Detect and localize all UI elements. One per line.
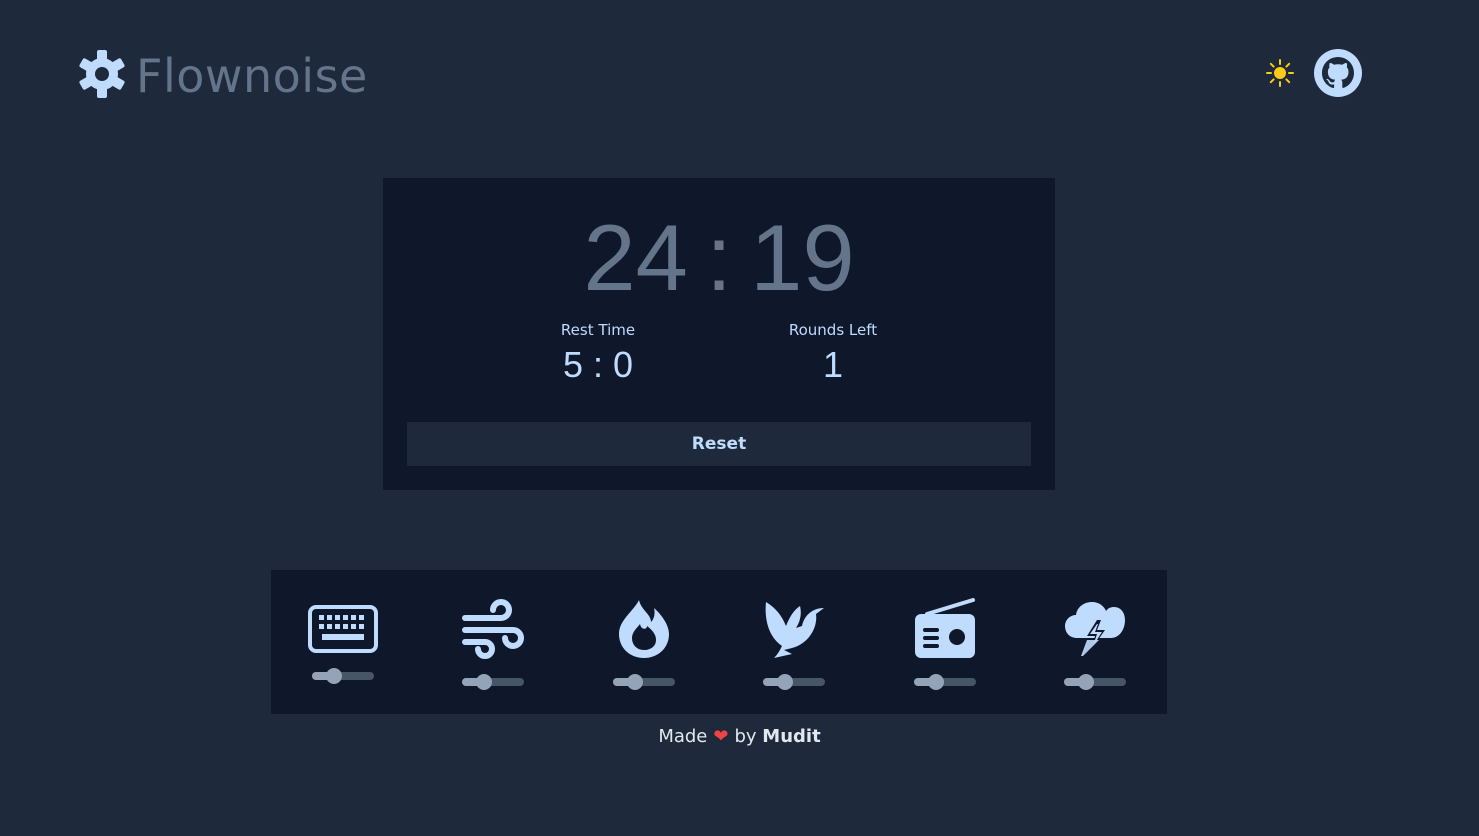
volume-slider-thumb[interactable] xyxy=(927,674,944,690)
author-link[interactable]: Mudit xyxy=(762,726,820,747)
app-title: Flownoise xyxy=(136,49,368,103)
timer-seconds: 19 xyxy=(750,205,855,310)
fire-icon[interactable] xyxy=(617,596,671,662)
volume-slider[interactable] xyxy=(763,674,825,690)
volume-slider[interactable] xyxy=(312,668,374,684)
rounds-left-label: Rounds Left xyxy=(788,321,878,339)
sound-thunderstorm xyxy=(1050,596,1140,690)
volume-slider-thumb[interactable] xyxy=(776,674,793,690)
rest-time: Rest Time 5 : 0 xyxy=(533,320,663,388)
volume-slider-thumb[interactable] xyxy=(475,674,492,690)
heart-icon: ❤ xyxy=(713,726,729,747)
rest-time-label: Rest Time xyxy=(560,321,636,339)
countdown-display: 24:19 xyxy=(383,198,1055,318)
app-page: Flownoise 24: 19 Rest Time 5: 0 Rounds… xyxy=(0,0,1479,836)
sound-fire xyxy=(599,596,689,690)
radio-icon[interactable] xyxy=(913,596,977,662)
wind-icon[interactable] xyxy=(461,596,525,662)
sound-radio xyxy=(900,596,990,690)
keyboard-icon[interactable] xyxy=(308,596,378,662)
rounds-left-value: 1 xyxy=(822,344,844,385)
sound-mixer xyxy=(271,570,1167,714)
volume-slider-thumb[interactable] xyxy=(626,674,643,690)
volume-slider-thumb[interactable] xyxy=(1077,674,1094,690)
reset-button[interactable]: Reset xyxy=(407,422,1031,466)
volume-slider-thumb[interactable] xyxy=(325,668,342,684)
rounds-left: Rounds Left 1 xyxy=(773,320,893,388)
volume-slider[interactable] xyxy=(914,674,976,690)
volume-slider[interactable] xyxy=(613,674,675,690)
footer: Made ❤ by Mudit xyxy=(0,724,1479,750)
github-icon[interactable] xyxy=(1314,49,1362,97)
sound-keyboard xyxy=(298,596,388,684)
footer-by: by xyxy=(734,726,757,747)
timer-separator: : xyxy=(705,205,733,310)
bird-icon[interactable] xyxy=(762,596,826,662)
volume-slider[interactable] xyxy=(1064,674,1126,690)
thunderstorm-icon[interactable] xyxy=(1063,596,1127,662)
volume-slider[interactable] xyxy=(462,674,524,690)
timer-card: 24:19 Rest Time 5 : 0 Rounds Left 1 Rese… xyxy=(383,178,1055,490)
sun-icon[interactable] xyxy=(1264,57,1296,89)
footer-made: Made xyxy=(658,726,708,747)
brand[interactable]: Flownoise xyxy=(78,48,368,104)
timer-minutes: 24 xyxy=(583,205,688,310)
rest-time-value: 5 : 0 xyxy=(562,344,634,385)
header-actions xyxy=(1264,49,1362,97)
gear-icon xyxy=(78,48,126,104)
sound-birds xyxy=(749,596,839,690)
sound-wind xyxy=(448,596,538,690)
